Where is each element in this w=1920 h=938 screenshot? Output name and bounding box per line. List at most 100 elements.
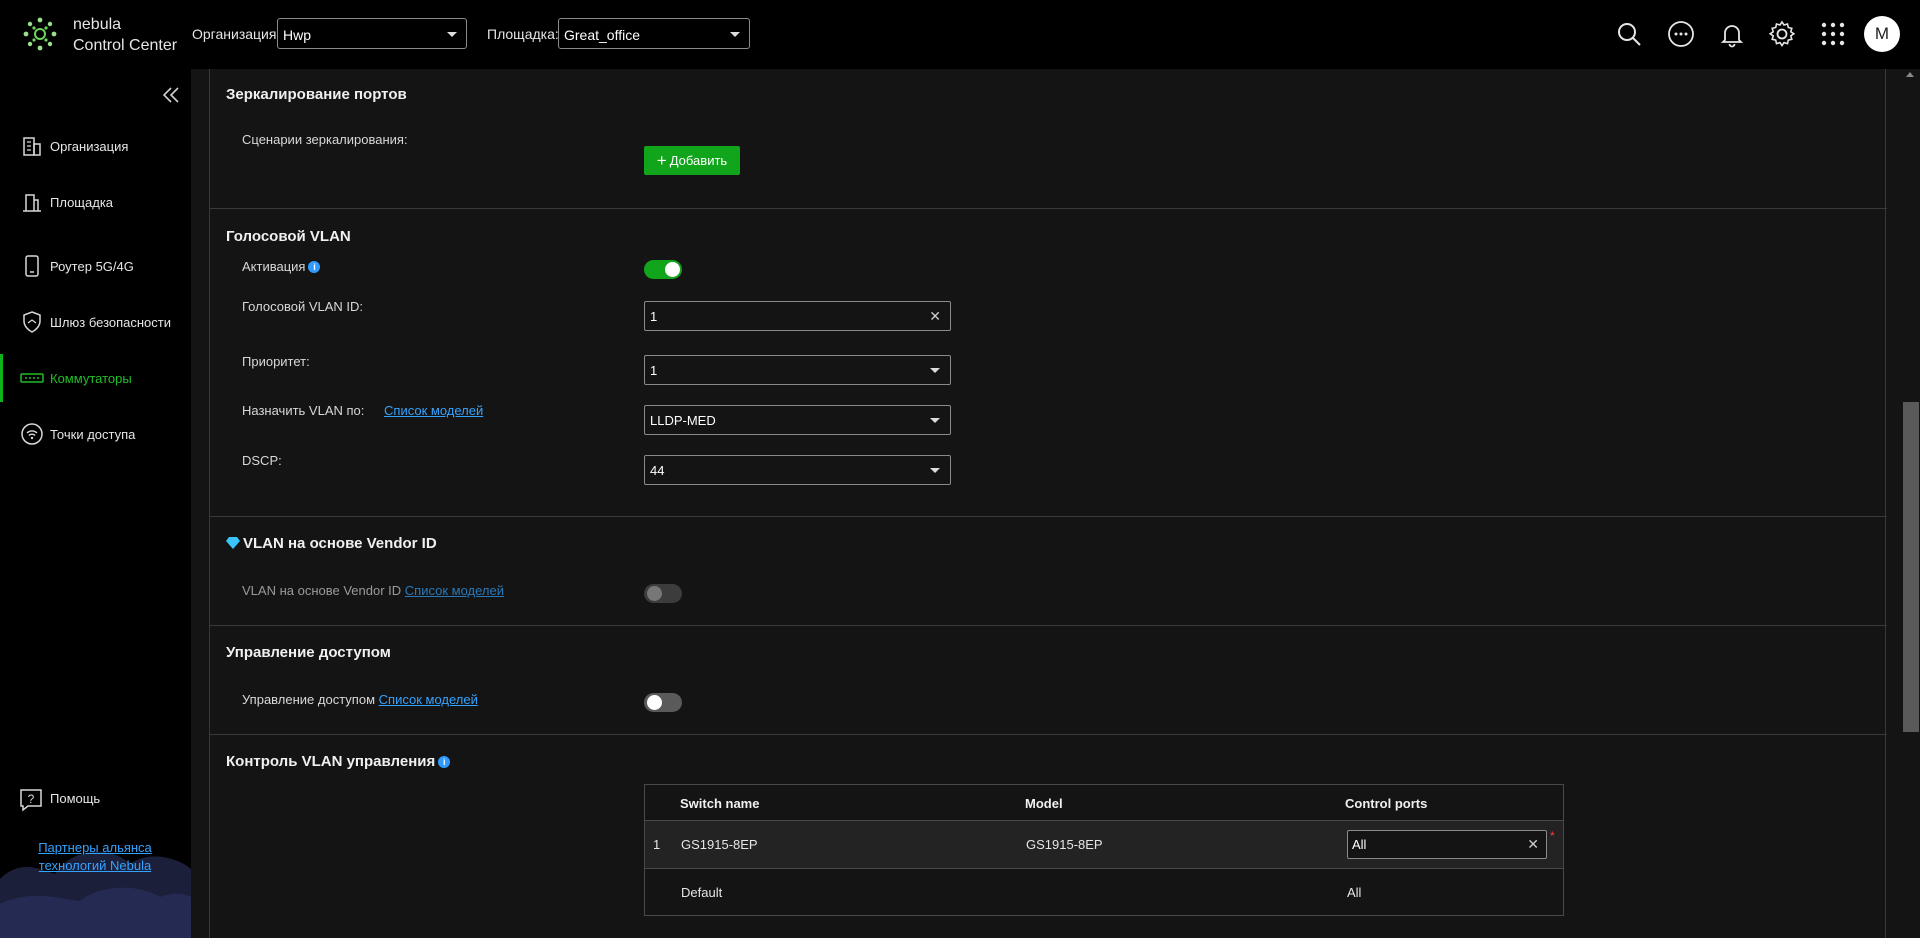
apps-grid-icon[interactable] xyxy=(1818,19,1848,49)
collapse-sidebar-icon[interactable] xyxy=(161,85,181,105)
table-row-default: Default All xyxy=(645,868,1563,916)
activation-toggle[interactable] xyxy=(644,260,682,279)
assign-vlan-select[interactable]: LLDP-MED xyxy=(644,405,951,435)
vendor-vlan-row-label: VLAN на основе Vendor ID Список моделей xyxy=(242,583,504,598)
required-marker: * xyxy=(1550,829,1555,843)
access-control-toggle[interactable] xyxy=(644,693,682,712)
clear-icon[interactable]: ✕ xyxy=(1527,836,1539,853)
site-select-value: Great_office xyxy=(564,27,641,43)
column-header-control-ports: Control ports xyxy=(1345,796,1428,811)
chevron-down-icon xyxy=(930,368,940,373)
org-select[interactable]: Hwp xyxy=(277,18,467,49)
chevron-down-icon xyxy=(447,32,457,37)
more-icon[interactable] xyxy=(1666,19,1696,49)
voice-vlan-id-input[interactable]: 1 ✕ xyxy=(644,301,951,331)
default-row-control-ports: All xyxy=(1347,885,1362,900)
vendor-vlan-section: VLAN на основе Vendor ID VLAN на основе … xyxy=(210,517,1887,626)
section-title: VLAN на основе Vendor ID xyxy=(226,535,437,552)
plus-icon: + xyxy=(656,150,667,170)
model-list-link[interactable]: Список моделей xyxy=(384,403,483,418)
priority-select[interactable]: 1 xyxy=(644,355,951,385)
toggle-knob xyxy=(647,586,662,601)
svg-text:?: ? xyxy=(28,792,35,806)
avatar[interactable]: M xyxy=(1864,16,1900,52)
info-icon[interactable]: i xyxy=(308,261,321,273)
switch-icon xyxy=(20,373,44,383)
sidebar-item-label: Роутер 5G/4G xyxy=(50,258,134,274)
scroll-up-arrow-icon[interactable] xyxy=(1906,72,1914,77)
section-title: Зеркалирование портов xyxy=(226,86,407,103)
access-control-section: Управление доступом Управление доступом … xyxy=(210,626,1887,735)
info-icon[interactable]: i xyxy=(438,756,451,768)
site-select[interactable]: Great_office xyxy=(558,18,750,49)
diamond-icon xyxy=(226,537,240,549)
mgmt-vlan-title: Контроль VLAN управления i xyxy=(226,753,451,770)
brand-line-1: nebula xyxy=(73,16,122,33)
chevron-down-icon xyxy=(730,32,740,37)
model-list-link[interactable]: Список моделей xyxy=(405,583,504,598)
table-row: 1 GS1915-8EP GS1915-8EP All ✕ * xyxy=(645,820,1563,868)
sidebar-item-security-gateway[interactable]: Шлюз безопасности xyxy=(0,298,191,346)
sidebar-item-label: Точки доступа xyxy=(50,426,136,442)
chevron-down-icon xyxy=(930,468,940,473)
access-control-row-text: Управление доступом xyxy=(242,692,376,707)
add-button-label: Добавить xyxy=(669,153,728,168)
add-button[interactable]: + Добавить xyxy=(644,146,740,175)
mgmt-vlan-table: Switch name Model Control ports 1 GS1915… xyxy=(644,784,1564,916)
partner-alliance-link[interactable]: Партнеры альянса технологий Nebula xyxy=(30,839,160,875)
sidebar-item-organization[interactable]: Организация xyxy=(0,122,191,170)
mgmt-vlan-title-text: Контроль VLAN управления xyxy=(226,753,436,770)
brand-name: nebula Control Center xyxy=(73,14,177,56)
sidebar-item-switches[interactable]: Коммутаторы xyxy=(0,354,191,402)
dscp-label: DSCP: xyxy=(242,453,282,468)
row-index: 1 xyxy=(653,837,661,852)
site-label: Площадка: xyxy=(487,26,559,42)
building-icon xyxy=(23,137,41,156)
voice-vlan-section: Голосовой VLAN Активация i Голосовой VLAN… xyxy=(210,209,1887,517)
activation-label-text: Активация xyxy=(242,259,306,274)
column-header-switch-name: Switch name xyxy=(680,796,760,811)
assign-vlan-value: LLDP-MED xyxy=(650,413,716,428)
bell-icon[interactable] xyxy=(1717,19,1747,49)
clear-icon[interactable]: ✕ xyxy=(929,308,941,325)
vendor-vlan-row-text: VLAN на основе Vendor ID xyxy=(242,583,402,598)
voice-vlan-id-label: Голосовой VLAN ID: xyxy=(242,299,363,314)
brand-line-2: Control Center xyxy=(73,37,178,54)
section-title: Управление доступом xyxy=(226,644,391,661)
help-label: Помощь xyxy=(50,791,101,806)
priority-label: Приоритет: xyxy=(242,354,310,369)
toggle-knob xyxy=(665,262,680,277)
help-link[interactable]: ? Помощь xyxy=(18,787,100,813)
search-icon[interactable] xyxy=(1614,19,1644,49)
phone-icon xyxy=(25,255,39,277)
dscp-value: 44 xyxy=(650,463,665,478)
access-control-row-label: Управление доступом Список моделей xyxy=(242,692,478,707)
priority-value: 1 xyxy=(650,363,658,378)
sidebar-item-label: Коммутаторы xyxy=(50,370,132,386)
scrollbar-thumb[interactable] xyxy=(1903,402,1919,732)
help-icon: ? xyxy=(20,789,42,812)
sidebar-item-router[interactable]: Роутер 5G/4G xyxy=(0,242,191,290)
model-list-link[interactable]: Список моделей xyxy=(379,692,478,707)
mirroring-scenarios-label: Сценарии зеркалирования: xyxy=(242,132,408,147)
nebula-logo-icon[interactable] xyxy=(22,16,58,52)
vendor-vlan-toggle[interactable] xyxy=(644,584,682,603)
assign-vlan-label: Назначить VLAN по: Список моделей xyxy=(242,403,483,418)
control-ports-input[interactable]: All ✕ xyxy=(1347,830,1547,859)
site-icon xyxy=(23,194,41,212)
default-row-name: Default xyxy=(681,885,723,900)
sidebar-item-label: Организация xyxy=(50,138,129,154)
wifi-icon xyxy=(21,423,43,445)
sidebar-item-site[interactable]: Площадка xyxy=(0,178,191,226)
toggle-knob xyxy=(647,695,662,710)
gear-icon[interactable] xyxy=(1767,19,1797,49)
switch-name-cell: GS1915-8EP xyxy=(681,837,758,852)
dscp-select[interactable]: 44 xyxy=(644,455,951,485)
sidebar-item-access-points[interactable]: Точки доступа xyxy=(0,410,191,458)
sidebar-item-label: Площадка xyxy=(50,194,114,210)
model-cell: GS1915-8EP xyxy=(1026,837,1103,852)
main-content: Зеркалирование портов Сценарии зеркалиро… xyxy=(209,69,1887,938)
activation-label: Активация i xyxy=(242,259,321,274)
org-select-value: Hwp xyxy=(283,27,312,43)
vendor-vlan-title: VLAN на основе Vendor ID xyxy=(243,535,437,552)
